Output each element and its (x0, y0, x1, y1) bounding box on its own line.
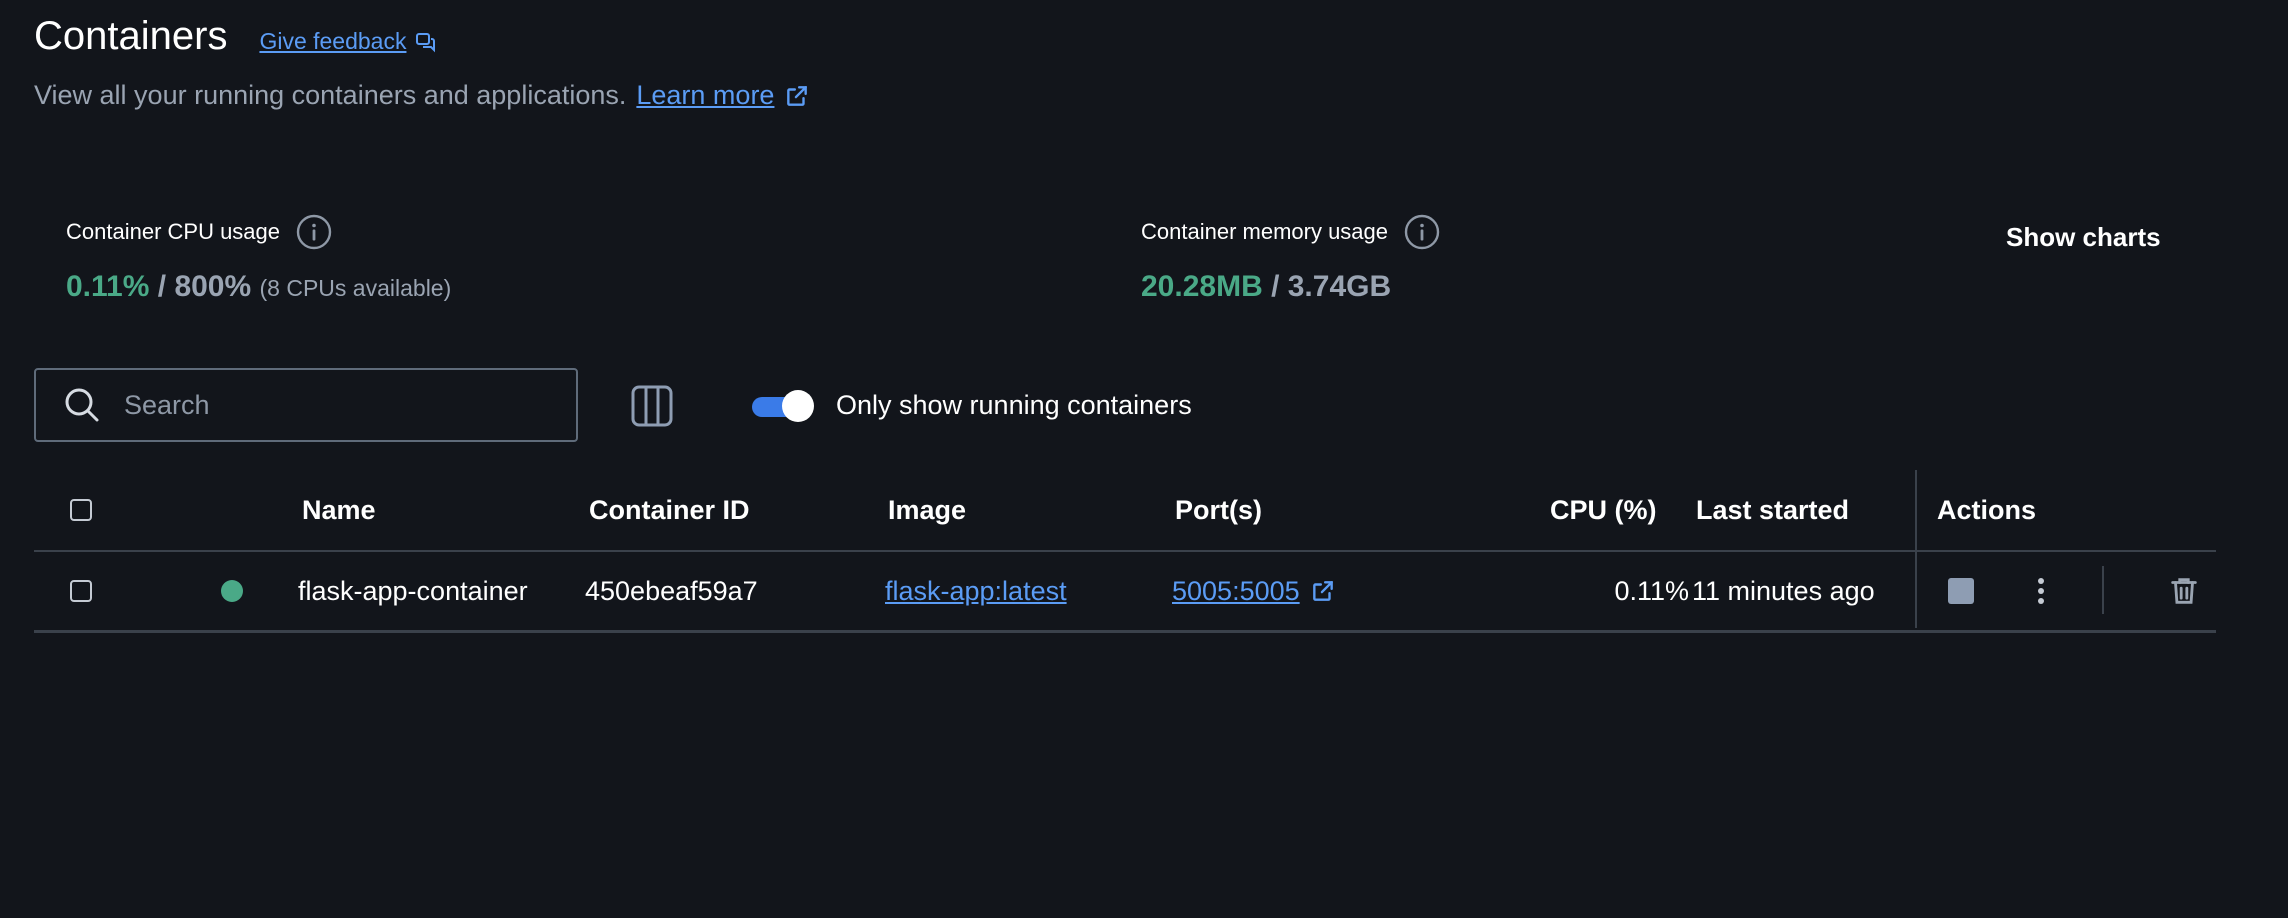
memory-used: 20.28MB (1141, 270, 1263, 303)
image-link[interactable]: flask-app:latest (885, 576, 1067, 607)
select-all-checkbox[interactable] (70, 499, 92, 521)
cpu-usage-label: Container CPU usage (66, 219, 281, 244)
memory-usage-label: Container memory usage (1141, 219, 1389, 244)
header-cpu[interactable]: CPU (%) (1550, 470, 1657, 550)
container-name[interactable]: flask-app-container (298, 552, 528, 630)
learn-more-link[interactable]: Learn more (636, 80, 810, 111)
page-title: Containers (34, 14, 228, 58)
cpu-usage-value: 0.11% / 800% (8 CPUs available) (66, 270, 451, 304)
cpu-usage-label-row: Container CPU usage (66, 214, 451, 250)
row-select-cell (70, 552, 92, 630)
only-running-toggle[interactable] (752, 390, 814, 422)
table-header: Name Container ID Image Port(s) CPU (%) … (34, 470, 2216, 552)
info-icon[interactable] (1404, 214, 1440, 250)
select-all-cell (70, 470, 92, 550)
port-label: 5005:5005 (1172, 575, 1300, 606)
search-icon (65, 388, 99, 422)
give-feedback-label: Give feedback (259, 28, 407, 54)
cpu-cell: 0.11% (1614, 575, 1689, 606)
show-charts-button[interactable]: Show charts (2006, 222, 2161, 253)
containers-table: Name Container ID Image Port(s) CPU (%) … (34, 470, 2216, 633)
info-icon[interactable] (296, 214, 332, 250)
cpu-usage-stat: Container CPU usage 0.11% / 800% (8 CPUs… (66, 214, 451, 304)
external-link-icon (787, 85, 808, 106)
memory-usage-label-row: Container memory usage (1141, 214, 1440, 250)
stop-button[interactable] (1940, 552, 1982, 630)
table-row[interactable]: flask-app-container 450ebeaf59a7 flask-a… (34, 552, 2216, 633)
memory-usage-value: 20.28MB / 3.74GB (1141, 270, 1440, 304)
subtitle-text: View all your running containers and app… (34, 80, 627, 110)
only-running-label: Only show running containers (836, 390, 1192, 420)
header-ports[interactable]: Port(s) (1175, 470, 1262, 550)
cpu-note: (8 CPUs available) (259, 275, 452, 301)
memory-usage-stat: Container memory usage 20.28MB / 3.74GB (1141, 214, 1440, 304)
status-cell (221, 552, 243, 630)
header-container-id[interactable]: Container ID (589, 470, 750, 550)
header-name[interactable]: Name (302, 470, 376, 550)
search-box[interactable] (34, 368, 578, 442)
columns-icon (631, 385, 673, 427)
header-image[interactable]: Image (888, 470, 966, 550)
give-feedback-link[interactable]: Give feedback (259, 28, 438, 55)
row-checkbox[interactable] (70, 580, 92, 602)
chat-bubble-icon (416, 32, 436, 52)
search-input[interactable] (122, 388, 546, 422)
memory-total: 3.74GB (1287, 270, 1392, 303)
external-link-icon (1312, 581, 1333, 601)
header-last-started[interactable]: Last started (1696, 470, 1849, 550)
port-link[interactable]: 5005:5005 (1172, 576, 1336, 607)
status-running-dot (221, 580, 243, 602)
stop-icon (1940, 570, 1982, 612)
toggle-knob (782, 390, 814, 422)
delete-button[interactable] (2167, 552, 2201, 630)
cpu-separator: / (149, 270, 175, 303)
page-subtitle: View all your running containers and app… (34, 80, 810, 111)
containers-page: Containers Give feedback View all your r… (0, 0, 2288, 918)
container-id: 450ebeaf59a7 (585, 575, 758, 606)
more-vertical-icon (2038, 578, 2044, 604)
cpu-total: 800% (174, 270, 252, 303)
memory-separator: / (1262, 270, 1288, 303)
title-row: Containers Give feedback (34, 14, 438, 59)
cpu-used: 0.11% (66, 270, 150, 303)
learn-more-label: Learn more (636, 80, 775, 110)
actions-separator (2102, 566, 2104, 614)
header-actions: Actions (1937, 494, 2037, 525)
trash-icon (2171, 578, 2197, 604)
last-started-cell: 11 minutes ago (1692, 575, 1875, 606)
image-cell: flask-app:latest (885, 552, 1067, 630)
more-actions-button[interactable] (2020, 552, 2062, 630)
ports-cell: 5005:5005 (1172, 552, 1336, 630)
columns-button[interactable] (630, 384, 674, 428)
